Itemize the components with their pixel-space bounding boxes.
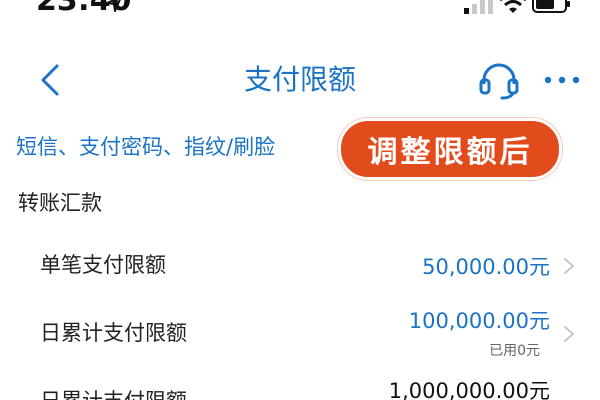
battery-icon [532,0,570,13]
limit-row-daily[interactable]: 日累计支付限额 100,000.00元 已用0元 [0,300,600,366]
section-title-transfer: 转账汇款 [18,191,102,215]
chevron-right-icon [564,326,574,342]
status-bar: 23:40 [0,0,600,28]
more-dots-icon[interactable] [540,60,584,100]
limit-value: 100,000.00元 [408,309,550,333]
limit-row-single[interactable]: 单笔支付限额 50,000.00元 [0,240,600,296]
limit-label: 日累计支付限额 [40,386,187,400]
wifi-icon [500,0,526,13]
annotation-text: 调整限额后 [367,135,533,170]
headset-icon[interactable] [478,60,520,100]
auth-methods: 短信、支付密码、指纹/刷脸 [16,135,276,159]
annotation-banner: 调整限额后 [338,118,562,180]
limit-value: 1,000,000.00元 [388,379,550,400]
chevron-right-icon [564,258,574,274]
payment-limit-screen: 23:40 支付限额 短信、支付密码、指纹/刷脸 调整限额后 转账汇款 单笔支付… [0,0,600,400]
limit-used: 已用0元 [489,343,540,359]
nav-bar: 支付限额 [0,48,600,112]
limit-row-daily-2[interactable]: 日累计支付限额 1,000,000.00元 [0,370,600,400]
limit-value: 50,000.00元 [422,255,550,279]
limit-label: 日累计支付限额 [40,321,187,345]
location-arrow-icon [106,0,121,12]
signal-icon [464,0,493,14]
limit-label: 单笔支付限额 [40,253,166,277]
